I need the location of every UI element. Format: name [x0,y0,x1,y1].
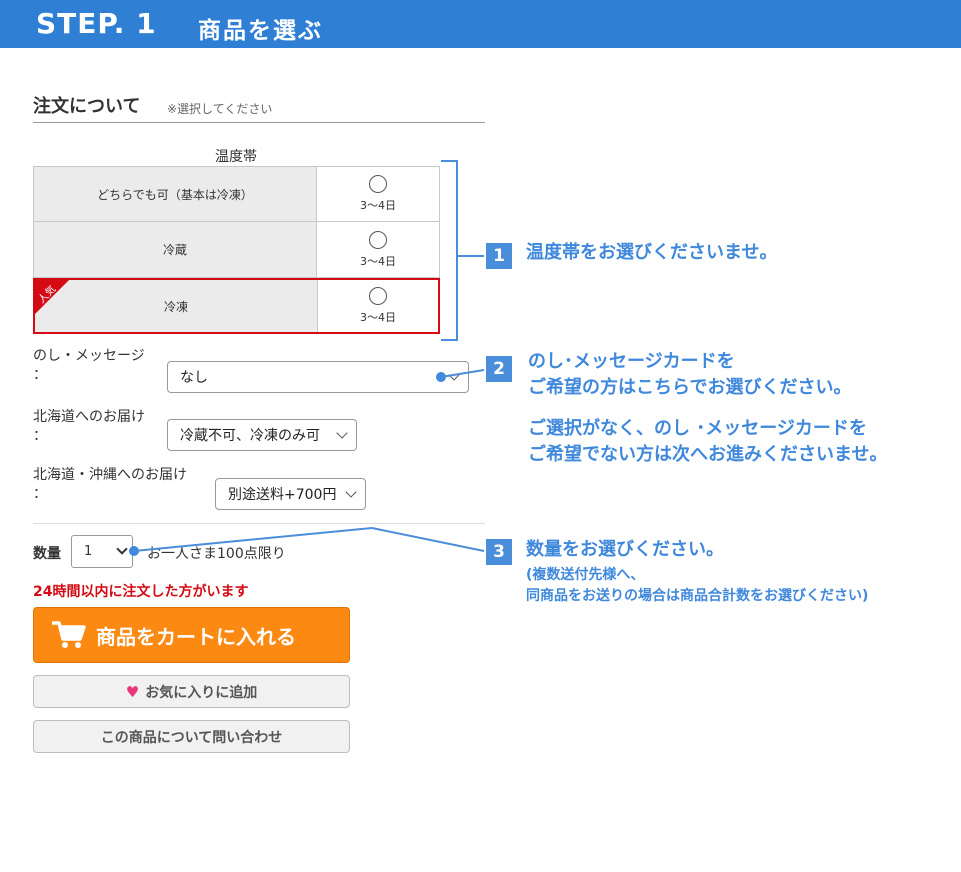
noshi-label-text: のし・メッセージ [33,348,145,364]
cart-icon [52,621,86,648]
step-title: 商品を選ぶ [198,18,323,44]
temperature-bracket [441,160,458,341]
quantity-label: 数量 [33,546,61,562]
temperature-option-cell[interactable]: 3〜4日 [317,222,439,277]
okinawa-label: 北海道・沖縄へのお届け ： [33,466,187,504]
step2-instruction-line2: ご希望の方はこちらでお選びください。 [528,377,852,398]
okinawa-select-value: 別途送料+700円 [228,487,337,503]
temperature-option-cell[interactable]: 3〜4日 [317,167,439,221]
step2-number-badge: 2 [486,356,512,382]
hokkaido-select-value: 冷蔵不可、冷凍のみ可 [180,428,320,444]
okinawa-select[interactable]: 別途送料+700円 [215,478,366,510]
recent-order-alert: 24時間以内に注文した方がいます [33,584,249,600]
step2-instruction-line1: のし･メッセージカードを [528,351,735,372]
order-heading-title: 注文について [33,96,141,117]
step1-instruction: 温度帯をお選びくださいませ。 [526,242,778,263]
temperature-row-frozen[interactable]: 人気 冷凍 3〜4日 [33,278,440,334]
chevron-down-icon [116,543,128,555]
okinawa-label-colon: ： [33,486,47,502]
chevron-down-icon [448,369,460,381]
order-heading: 注文について ※選択してください [33,92,485,123]
step3-pointer-dot [129,546,139,556]
temperature-row-chilled[interactable]: 冷蔵 3〜4日 [33,222,440,278]
step3-instruction-sub2: 同商品をお送りの場合は商品合計数をお選びください) [526,588,869,604]
delivery-days: 3〜4日 [360,311,396,324]
radio-button[interactable] [369,175,387,193]
step-number: STEP. 1 [36,7,157,40]
chevron-down-icon [336,427,348,439]
temperature-option-label: どちらでも可（基本は冷凍） [34,167,317,221]
add-to-cart-label: 商品をカートに入れる [96,625,296,649]
add-to-cart-button[interactable]: 商品をカートに入れる [33,607,350,663]
hokkaido-select[interactable]: 冷蔵不可、冷凍のみ可 [167,419,357,451]
quantity-value: 1 [84,544,93,559]
hokkaido-label-colon: ： [33,428,47,444]
order-heading-note: ※選択してください [167,102,273,116]
radio-button[interactable] [369,230,387,249]
step-header: STEP. 1 商品を選ぶ [0,0,961,48]
noshi-select[interactable]: なし [167,361,469,393]
heart-icon: ♥ [125,682,140,701]
step2-instruction-line4: ご希望でない方は次へお進みくださいませ。 [528,444,888,465]
step1-connector [458,255,484,257]
chevron-down-icon [345,486,357,498]
delivery-days: 3〜4日 [360,199,396,212]
hokkaido-label-text: 北海道へのお届け [33,409,145,425]
product-inquiry-button[interactable]: この商品について問い合わせ [33,720,350,753]
hokkaido-label: 北海道へのお届け ： [33,408,145,446]
noshi-select-value: なし [180,370,208,386]
temperature-label: 温度帯 [215,149,257,165]
radio-button[interactable] [369,287,387,305]
section-divider [33,523,485,524]
step3-instruction: 数量をお選びください。 [526,539,724,560]
okinawa-label-text: 北海道・沖縄へのお届け [33,467,187,483]
temperature-option-label: 冷凍 [35,280,318,332]
temperature-option-cell[interactable]: 3〜4日 [318,280,438,332]
temperature-option-label: 冷蔵 [34,222,317,277]
step1-number-badge: 1 [486,243,512,269]
noshi-label-colon: ： [33,367,47,383]
step2-pointer-dot [436,372,446,382]
temperature-row-any[interactable]: どちらでも可（基本は冷凍） 3〜4日 [33,166,440,222]
inquiry-label: この商品について問い合わせ [100,729,283,746]
delivery-days: 3〜4日 [360,254,396,268]
quantity-select[interactable]: 1 [71,535,133,568]
favorites-label: お気に入りに追加 [145,684,258,701]
add-to-favorites-button[interactable]: ♥ お気に入りに追加 [33,675,350,708]
noshi-label: のし・メッセージ ： [33,347,145,385]
step3-instruction-sub1: (複数送付先様へ、 [526,567,645,583]
step3-number-badge: 3 [486,539,512,565]
step2-instruction-line3: ご選択がなく、のし ･メッセージカードを [528,418,867,439]
quantity-limit-note: お一人さま100点限り [147,546,286,562]
temperature-table: どちらでも可（基本は冷凍） 3〜4日 冷蔵 3〜4日 人気 冷凍 3〜4日 [33,166,440,334]
